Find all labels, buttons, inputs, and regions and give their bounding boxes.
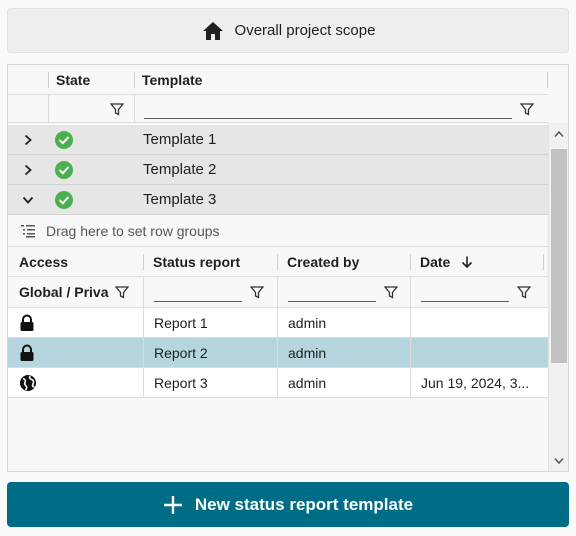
template-grid: State Template Template 1 Template 2 Tem…: [7, 64, 569, 472]
access-filter-value[interactable]: Global / Priva: [19, 284, 109, 300]
sort-descending-icon[interactable]: [460, 255, 474, 269]
globe-icon: [20, 374, 36, 391]
access-header-label: Access: [19, 253, 69, 270]
grid-filter-row: [8, 95, 548, 123]
scope-label: Overall project scope: [234, 22, 376, 39]
status-filter-icon[interactable]: [250, 285, 264, 299]
status-header-label: Status report: [153, 253, 241, 270]
expand-column-header: [8, 65, 48, 94]
report-name: Report 2: [154, 344, 208, 361]
date-filter-input[interactable]: [421, 282, 509, 302]
chevron-right-icon[interactable]: [22, 134, 34, 146]
group-row-template-3[interactable]: Template 3: [8, 185, 548, 215]
date-header-label: Date: [420, 253, 451, 270]
state-header-label: State: [56, 71, 91, 88]
table-row[interactable]: Report 1 admin: [8, 308, 548, 338]
group-row-template-1[interactable]: Template 1: [8, 125, 548, 155]
state-filter-icon[interactable]: [110, 102, 124, 116]
created-filter-input[interactable]: [288, 282, 376, 302]
access-column-header[interactable]: Access: [8, 247, 143, 276]
row-groups-icon: [21, 224, 35, 237]
scroll-up-icon[interactable]: [549, 125, 568, 143]
plus-icon: [163, 495, 182, 514]
drag-hint: Drag here to set row groups: [46, 222, 220, 239]
status-report-column-header[interactable]: Status report: [143, 247, 277, 276]
scroll-down-icon[interactable]: [549, 452, 568, 470]
check-circle-icon: [55, 160, 73, 179]
detail-header: Access Status report Created by Date: [8, 247, 548, 277]
new-button-label: New status report template: [194, 494, 414, 514]
detail-empty-area: [8, 398, 548, 470]
status-filter-input[interactable]: [154, 282, 242, 302]
created-filter-icon[interactable]: [384, 285, 398, 299]
row-group-drop-zone[interactable]: Drag here to set row groups: [8, 215, 548, 247]
report-name: Report 1: [154, 314, 208, 331]
check-circle-icon: [55, 190, 73, 209]
group-name: Template 3: [143, 191, 217, 208]
chevron-right-icon[interactable]: [22, 164, 34, 176]
report-date: Jun 19, 2024, 3...: [421, 374, 530, 391]
check-circle-icon: [55, 130, 73, 149]
grid-header: State Template: [8, 65, 548, 95]
table-row[interactable]: Report 3 admin Jun 19, 2024, 3...: [8, 368, 548, 398]
created-by: admin: [288, 344, 327, 361]
access-filter-icon[interactable]: [115, 285, 129, 299]
created-by: admin: [288, 314, 327, 331]
overall-project-scope-button[interactable]: Overall project scope: [7, 8, 569, 53]
group-name: Template 1: [143, 131, 217, 148]
template-column-header[interactable]: Template: [134, 65, 548, 94]
detail-filter-row: Global / Priva: [8, 277, 548, 308]
table-row-selected[interactable]: Report 2 admin: [8, 338, 548, 368]
new-status-report-template-button[interactable]: New status report template: [7, 482, 569, 527]
report-name: Report 3: [154, 374, 208, 391]
date-filter-icon[interactable]: [517, 285, 531, 299]
created-by-column-header[interactable]: Created by: [277, 247, 410, 276]
date-column-header[interactable]: Date: [410, 247, 544, 276]
group-name: Template 2: [143, 161, 217, 178]
chevron-down-icon[interactable]: [22, 194, 34, 206]
scrollbar-thumb[interactable]: [551, 149, 567, 363]
template-header-label: Template: [142, 71, 203, 88]
detail-grid: Drag here to set row groups Access Statu…: [8, 215, 548, 471]
vertical-scrollbar[interactable]: [548, 123, 568, 471]
template-filter-icon[interactable]: [520, 102, 534, 116]
template-filter-input[interactable]: [144, 99, 512, 119]
lock-icon: [20, 314, 34, 331]
lock-icon: [20, 344, 34, 361]
state-column-header[interactable]: State: [48, 65, 134, 94]
group-row-template-2[interactable]: Template 2: [8, 155, 548, 185]
created-by: admin: [288, 374, 327, 391]
created-header-label: Created by: [287, 253, 360, 270]
home-icon: [202, 21, 223, 40]
